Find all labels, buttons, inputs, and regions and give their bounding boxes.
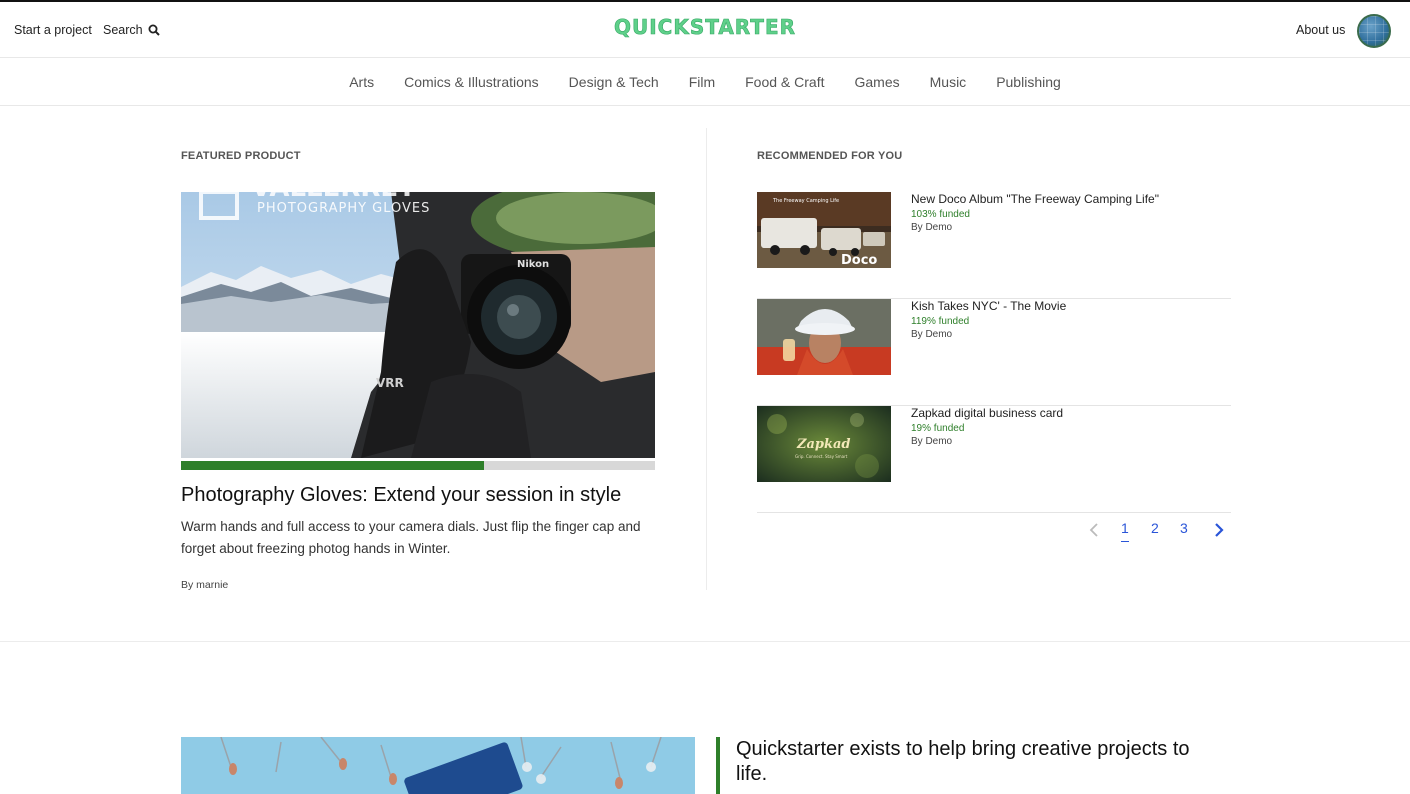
featured-section-label: FEATURED PRODUCT	[181, 150, 301, 162]
category-film[interactable]: Film	[689, 74, 715, 90]
recommended-thumb[interactable]	[757, 299, 891, 375]
recommended-item[interactable]: Zapkad Grip. Connect. Stay Smart Zapkad …	[757, 406, 1231, 513]
category-publishing[interactable]: Publishing	[996, 74, 1061, 90]
recommended-author: By Demo	[911, 222, 953, 233]
section-divider	[0, 641, 1410, 642]
recommended-author: By Demo	[911, 329, 953, 340]
category-food-craft[interactable]: Food & Craft	[745, 74, 824, 90]
doco-thumb-caption: Doco	[841, 253, 877, 268]
category-nav: Arts Comics & Illustrations Design & Tec…	[0, 58, 1410, 106]
about-accent-bar	[716, 737, 720, 794]
featured-funding-progress	[181, 461, 655, 470]
category-arts[interactable]: Arts	[349, 74, 374, 90]
column-divider	[706, 128, 707, 590]
featured-product-image[interactable]: Nikon VRR VALLERRET PHOTOGRAPHY GLOVES	[181, 192, 655, 458]
recommended-thumb[interactable]: Zapkad Grip. Connect. Stay Smart	[757, 406, 891, 482]
search-icon	[148, 24, 160, 36]
chevron-left-icon	[1089, 523, 1098, 537]
zapkad-thumb-subcaption: Grip. Connect. Stay Smart	[795, 454, 848, 459]
featured-funding-fill	[181, 461, 485, 470]
camera-brand-text: Nikon	[517, 259, 549, 270]
recommended-item[interactable]: The Freeway Camping Life Doco New Doco A…	[757, 192, 1231, 299]
category-design-tech[interactable]: Design & Tech	[569, 74, 659, 90]
featured-description: Warm hands and full access to your camer…	[181, 519, 641, 556]
featured-author: By marnie	[181, 579, 229, 591]
category-comics-illustrations[interactable]: Comics & Illustrations	[404, 74, 539, 90]
recommended-title[interactable]: Zapkad digital business card	[911, 406, 1063, 420]
doco-thumb-subcaption: The Freeway Camping Life	[772, 198, 839, 204]
recommended-title[interactable]: Kish Takes NYC' - The Movie	[911, 299, 1066, 313]
category-games[interactable]: Games	[855, 74, 900, 90]
about-us-link[interactable]: About us	[1296, 23, 1345, 37]
about-section-image	[181, 737, 695, 794]
recommended-item[interactable]: Kish Takes NYC' - The Movie 119% funded …	[757, 299, 1231, 406]
pagination-page-3[interactable]: 3	[1180, 520, 1188, 542]
featured-title[interactable]: Photography Gloves: Extend your session …	[181, 484, 621, 507]
recommended-author: By Demo	[911, 436, 953, 447]
start-project-link[interactable]: Start a project	[14, 23, 92, 37]
recommended-funded: 119% funded	[911, 316, 970, 327]
pagination-prev-button[interactable]	[1088, 520, 1100, 542]
recommended-title[interactable]: New Doco Album "The Freeway Camping Life…	[911, 192, 1159, 206]
about-headline: Quickstarter exists to help bring creati…	[736, 738, 1190, 785]
site-logo[interactable]: QUICKSTARTER	[614, 15, 796, 40]
featured-image-caption: PHOTOGRAPHY GLOVES	[257, 201, 430, 216]
recommended-section-label: RECOMMENDED FOR YOU	[757, 150, 903, 162]
top-header: Start a project Search QUICKSTARTER Abou…	[0, 0, 1410, 58]
recommended-funded: 103% funded	[911, 209, 970, 220]
recommended-thumb[interactable]: The Freeway Camping Life Doco	[757, 192, 891, 268]
chevron-right-icon	[1215, 523, 1224, 537]
search-button[interactable]: Search	[103, 23, 160, 37]
category-music[interactable]: Music	[930, 74, 967, 90]
pagination-next-button[interactable]	[1213, 520, 1225, 542]
pagination-page-2[interactable]: 2	[1151, 520, 1159, 542]
recommended-funded: 19% funded	[911, 423, 965, 434]
zapkad-thumb-caption: Zapkad	[796, 437, 851, 452]
user-avatar[interactable]	[1357, 14, 1391, 48]
logo-container: QUICKSTARTER	[0, 15, 1410, 40]
pagination-page-1[interactable]: 1	[1121, 520, 1129, 542]
search-label: Search	[103, 23, 143, 37]
svg-text:VRR: VRR	[376, 376, 404, 390]
